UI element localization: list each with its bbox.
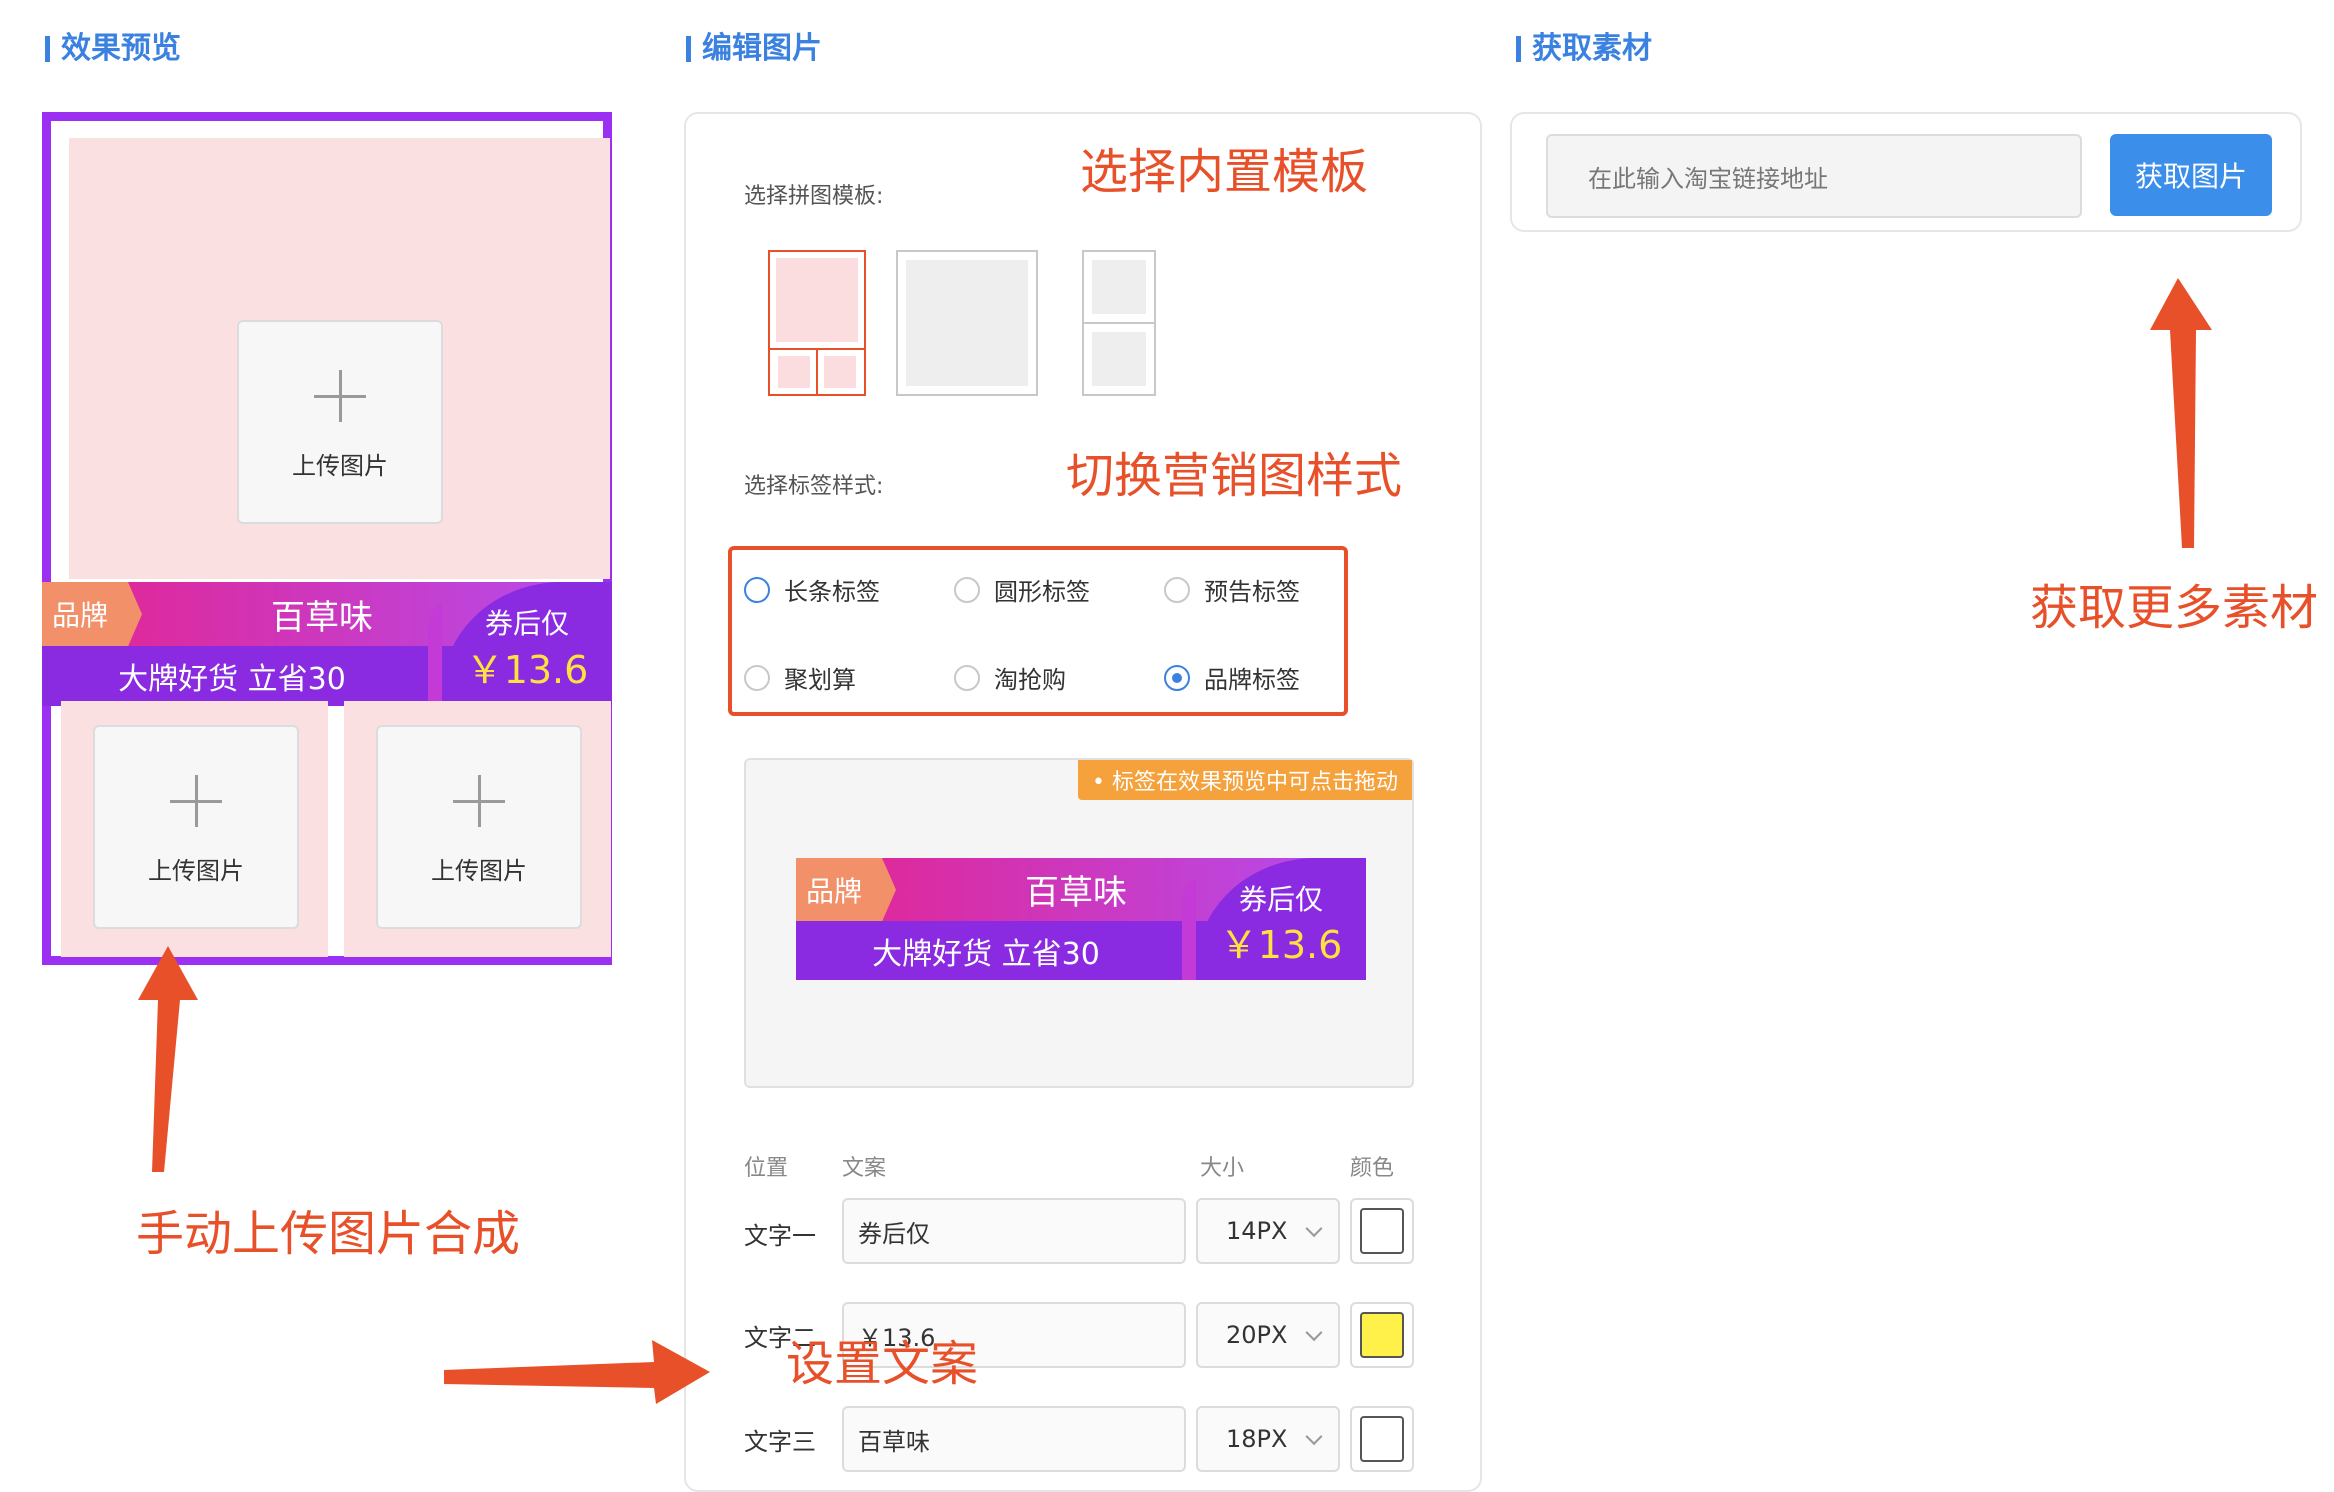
arrow-up-icon xyxy=(138,946,198,1172)
arrow-right-icon xyxy=(444,1340,710,1404)
annotation-arrows xyxy=(138,278,2212,1404)
arrow-up-icon xyxy=(2150,278,2212,548)
